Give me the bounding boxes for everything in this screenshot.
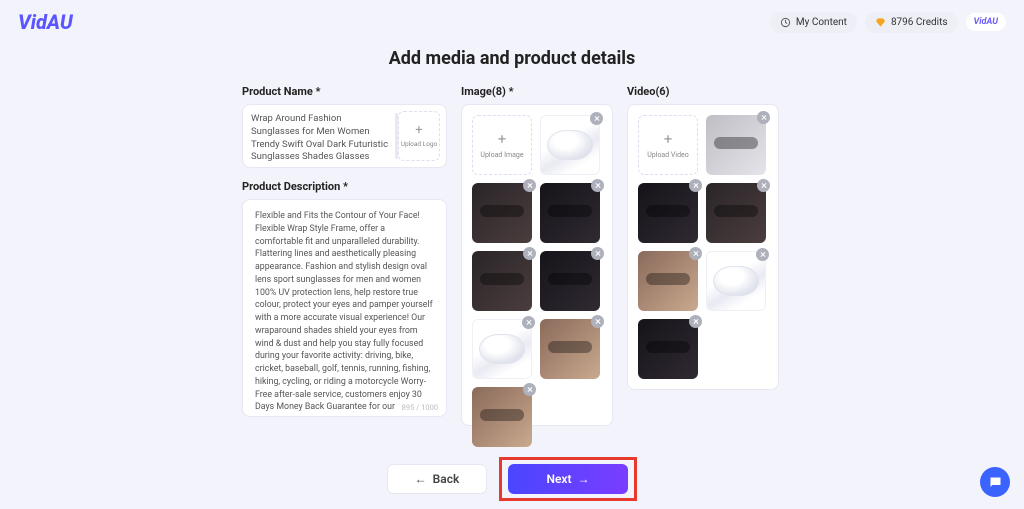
image-grid: + Upload Image xyxy=(472,115,602,415)
image-column: Image(8) * + Upload Image xyxy=(461,85,613,426)
image-thumbnail[interactable] xyxy=(540,251,600,311)
remove-image-button[interactable] xyxy=(591,315,604,328)
video-section-label: Video(6) xyxy=(627,85,779,98)
diamond-icon xyxy=(875,17,886,28)
remove-image-button[interactable] xyxy=(523,383,536,396)
arrow-right-icon: → xyxy=(578,472,590,486)
image-section-label: Image(8) * xyxy=(461,85,613,98)
my-content-button[interactable]: My Content xyxy=(770,12,857,33)
upload-logo-button[interactable]: + Upload Logo xyxy=(398,111,440,161)
upload-video-button[interactable]: + Upload Video xyxy=(638,115,698,175)
remove-video-button[interactable] xyxy=(689,315,702,328)
clock-icon xyxy=(780,17,791,28)
product-name-label: Product Name * xyxy=(242,85,447,98)
chat-icon xyxy=(988,475,1003,490)
next-button[interactable]: Next → xyxy=(508,464,628,494)
video-column: Video(6) + Upload Video xyxy=(627,85,779,426)
image-thumbnail[interactable] xyxy=(472,251,532,311)
video-grid: + Upload Video xyxy=(638,115,768,379)
credits-pill[interactable]: 8796 Credits xyxy=(865,12,958,33)
page-title: Add media and product details xyxy=(0,48,1024,69)
product-name-card: Wrap Around Fashion Sunglasses for Men W… xyxy=(242,104,447,168)
video-thumbnail[interactable] xyxy=(706,251,766,311)
video-thumbnail[interactable] xyxy=(638,183,698,243)
remove-video-button[interactable] xyxy=(689,179,702,192)
plus-icon: + xyxy=(498,132,507,147)
remove-image-button[interactable] xyxy=(523,179,536,192)
plus-icon: + xyxy=(415,124,422,137)
remove-video-button[interactable] xyxy=(757,179,770,192)
footer-actions: ← Back Next → xyxy=(0,457,1024,501)
remove-image-button[interactable] xyxy=(522,316,535,329)
remove-video-button[interactable] xyxy=(756,248,769,261)
image-grid-card: + Upload Image xyxy=(461,104,613,426)
character-counter: 895 / 1000 xyxy=(402,403,438,412)
remove-image-button[interactable] xyxy=(523,247,536,260)
image-thumbnail[interactable] xyxy=(540,183,600,243)
details-column: Product Name * Wrap Around Fashion Sungl… xyxy=(242,85,447,426)
remove-video-button[interactable] xyxy=(757,111,770,124)
image-thumbnail[interactable] xyxy=(540,115,600,175)
image-thumbnail[interactable] xyxy=(472,319,532,379)
remove-image-button[interactable] xyxy=(591,179,604,192)
product-description-card: Flexible and Fits the Contour of Your Fa… xyxy=(242,199,447,417)
upload-image-label: Upload Image xyxy=(480,151,523,159)
image-thumbnail[interactable] xyxy=(540,319,600,379)
video-grid-card: + Upload Video xyxy=(627,104,779,390)
product-description-input[interactable]: Flexible and Fits the Contour of Your Fa… xyxy=(243,200,446,416)
remove-image-button[interactable] xyxy=(590,112,603,125)
credits-label: 8796 Credits xyxy=(891,17,948,28)
chat-fab[interactable] xyxy=(980,467,1010,497)
image-thumbnail[interactable] xyxy=(472,387,532,447)
arrow-left-icon: ← xyxy=(415,472,427,486)
plus-icon: + xyxy=(664,132,673,147)
product-description-label: Product Description * xyxy=(242,180,447,193)
video-thumbnail[interactable] xyxy=(638,319,698,379)
top-right-group: My Content 8796 Credits VidAU xyxy=(770,12,1006,33)
brand-logo: VidAU xyxy=(18,10,73,34)
video-thumbnail[interactable] xyxy=(706,115,766,175)
image-thumbnail[interactable] xyxy=(472,183,532,243)
main-container: Product Name * Wrap Around Fashion Sungl… xyxy=(242,85,782,426)
back-button[interactable]: ← Back xyxy=(387,464,487,494)
video-thumbnail[interactable] xyxy=(706,183,766,243)
product-name-input[interactable]: Wrap Around Fashion Sunglasses for Men W… xyxy=(249,111,392,161)
video-thumbnail[interactable] xyxy=(638,251,698,311)
next-label: Next xyxy=(546,472,571,486)
my-content-label: My Content xyxy=(796,17,847,28)
upload-video-label: Upload Video xyxy=(647,151,688,159)
account-chip[interactable]: VidAU xyxy=(966,13,1006,31)
top-bar: VidAU My Content 8796 Credits VidAU xyxy=(0,0,1024,44)
remove-video-button[interactable] xyxy=(689,247,702,260)
upload-logo-label: Upload Logo xyxy=(401,140,438,148)
remove-image-button[interactable] xyxy=(591,247,604,260)
upload-image-button[interactable]: + Upload Image xyxy=(472,115,532,175)
next-button-highlight: Next → xyxy=(499,457,637,501)
back-label: Back xyxy=(433,472,460,486)
